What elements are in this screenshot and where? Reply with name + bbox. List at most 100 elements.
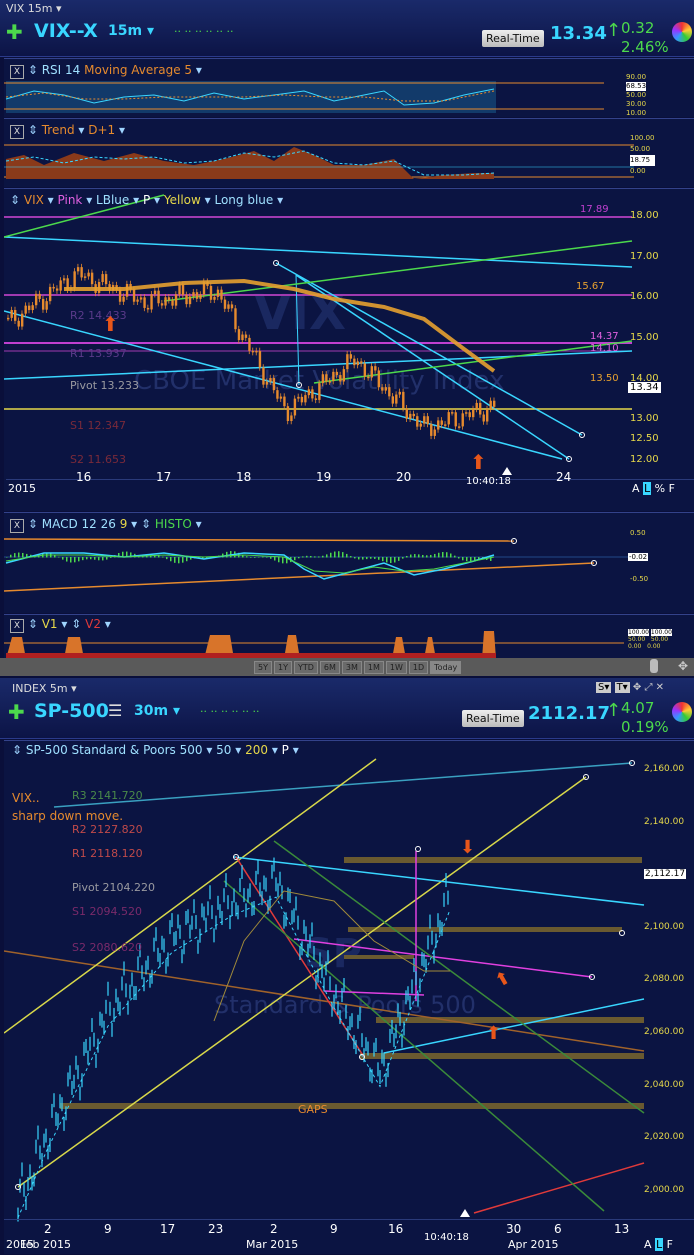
pivot-label[interactable]: P <box>143 193 150 207</box>
v1-label[interactable]: V1 <box>42 617 58 631</box>
fit-icon[interactable]: F <box>667 1238 673 1251</box>
ma50-label[interactable]: 50 <box>216 743 231 757</box>
axis-mode-icons[interactable]: A L % F <box>632 482 675 495</box>
period-button-today[interactable]: Today <box>430 661 462 674</box>
macd-bar <box>438 552 440 558</box>
macd-tick: 0.50 <box>630 529 646 537</box>
spx-symbol[interactable]: SP-500 <box>34 700 109 722</box>
x-tick: 2 <box>44 1222 52 1236</box>
macd-bar <box>370 557 372 559</box>
period-button-6m[interactable]: 6M <box>319 661 340 674</box>
spx-interval-select[interactable]: 30m ▾ <box>134 703 180 719</box>
reorder-icon[interactable]: ⇕ <box>141 517 151 531</box>
move-icon[interactable]: ✥ <box>633 682 641 693</box>
macd-bar <box>70 557 72 563</box>
time-label: 10:40:18 <box>466 476 511 487</box>
trend-label[interactable]: Trend <box>42 123 75 137</box>
template-icon[interactable]: T▾ <box>614 682 630 693</box>
log-scale-icon[interactable]: L <box>655 1238 664 1251</box>
vix-axis-tick: 12.50 <box>630 433 659 445</box>
ma200-label[interactable]: 200 <box>245 743 268 757</box>
reorder-icon[interactable]: ⇕ <box>12 743 22 757</box>
expand-arrows-icon[interactable]: ✥ <box>678 659 688 673</box>
pivot-level-label: S1 2094.520 <box>72 905 142 918</box>
long-blue-label[interactable]: Long blue <box>214 193 273 207</box>
close-icon[interactable]: ✕ <box>656 682 664 693</box>
axis-mode-icons[interactable]: A L F <box>644 1238 673 1251</box>
vix-main-panel: ⇕ VIX ▾ Pink ▾ LBlue ▾ P ▾ Yellow ▾ Long… <box>4 188 694 511</box>
settings-icon[interactable]: S▾ <box>596 682 612 693</box>
add-symbol-icon[interactable]: ✚ <box>6 20 23 44</box>
macd-bar <box>294 557 296 561</box>
reorder-icon[interactable]: ⇕ <box>28 517 38 531</box>
spx-price-badge: 2,112.17 <box>644 869 687 879</box>
rsi-label[interactable]: RSI 14 <box>42 63 81 77</box>
spx-change: 4.07 <box>621 699 655 717</box>
reorder-icon[interactable]: ⇕ <box>28 617 38 631</box>
period-button-1y[interactable]: 1Y <box>273 661 292 674</box>
window-controls[interactable]: S▾ T▾ ✥ ⤢ ✕ <box>596 682 664 693</box>
period-button-5y[interactable]: 5Y <box>254 661 272 674</box>
scroll-handle[interactable] <box>650 659 658 673</box>
list-icon[interactable]: ☰ <box>108 701 122 720</box>
trend-tick: 0.00 <box>630 167 646 175</box>
add-symbol-icon[interactable]: ✚ <box>8 700 25 724</box>
pivot-label[interactable]: P <box>282 743 289 757</box>
lblue-line-label[interactable]: LBlue <box>96 193 129 207</box>
vix-interval-select[interactable]: 15m ▾ <box>108 23 154 39</box>
up-arrow-icon: ⬆ <box>491 967 515 993</box>
vix-symbol[interactable]: VIX--X <box>34 20 98 42</box>
reorder-icon[interactable]: ⇕ <box>28 123 38 137</box>
period-button-ytd[interactable]: YTD <box>293 661 318 674</box>
auto-scale-icon[interactable]: A <box>632 482 640 495</box>
macd-bar <box>454 555 456 558</box>
macd-histo-label[interactable]: HISTO <box>155 517 192 531</box>
macd-bar <box>470 557 472 562</box>
reorder-icon[interactable]: ⇕ <box>10 193 20 207</box>
month-label: Apr 2015 <box>508 1238 559 1251</box>
vix-series-label[interactable]: VIX <box>24 193 44 207</box>
period-button-1m[interactable]: 1M <box>363 661 384 674</box>
vix-last-price: 13.34 <box>550 23 607 44</box>
macd-bar <box>86 557 88 560</box>
reorder-icon[interactable]: ⇕ <box>28 63 38 77</box>
macd-label[interactable]: MACD 12 26 <box>42 517 116 531</box>
log-scale-icon[interactable]: L <box>643 482 652 495</box>
macd-bar <box>434 553 436 558</box>
fit-icon[interactable]: F <box>669 482 675 495</box>
color-palette-icon[interactable] <box>672 702 692 722</box>
x-tick: 16 <box>76 470 92 484</box>
vix-chart-menu[interactable]: VIX 15m ▾ <box>6 2 62 15</box>
spx-series-label[interactable]: SP-500 Standard & Poors 500 <box>26 743 203 757</box>
spx-header: INDEX 5m ▾ S▾ T▾ ✥ ⤢ ✕ ✚ SP-500 ☰ 30m ▾ … <box>0 678 694 739</box>
yellow-line-label[interactable]: Yellow <box>164 193 201 207</box>
rsi-ma-label[interactable]: Moving Average 5 <box>84 63 192 77</box>
x-tick: 24 <box>556 470 572 484</box>
trend-d1-label[interactable]: D+1 <box>88 123 115 137</box>
v2-label[interactable]: V2 <box>85 617 101 631</box>
auto-scale-icon[interactable]: A <box>644 1238 652 1251</box>
vix-realtime-button[interactable]: Real-Time <box>482 30 544 47</box>
period-button-1d[interactable]: 1D <box>408 661 429 674</box>
macd-bar <box>270 557 272 559</box>
macd-bar <box>426 555 428 558</box>
reorder-icon[interactable]: ⇕ <box>71 617 81 631</box>
pink-line-label[interactable]: Pink <box>58 193 83 207</box>
macd-bar <box>66 557 68 562</box>
period-button-3m[interactable]: 3M <box>341 661 362 674</box>
close-panel-icon[interactable]: X <box>10 125 24 139</box>
spx-realtime-button[interactable]: Real-Time <box>462 710 524 727</box>
macd-signal-label[interactable]: 9 <box>120 517 128 531</box>
macd-bar <box>462 557 464 561</box>
spx-chart-menu[interactable]: INDEX 5m ▾ <box>12 682 77 695</box>
svg-text:SP: SP <box>304 931 362 977</box>
percent-scale-icon[interactable]: % <box>655 482 665 495</box>
spx-axis-tick: 2,160.00 <box>644 764 685 775</box>
spx-interval-label: 30m <box>134 703 169 719</box>
period-button-1w[interactable]: 1W <box>385 661 407 674</box>
maximize-icon[interactable]: ⤢ <box>644 682 652 693</box>
color-palette-icon[interactable] <box>672 22 692 42</box>
year-label: 2015 <box>8 482 36 495</box>
up-arrow-icon: ⬆ <box>486 1023 501 1044</box>
macd-bar <box>458 557 460 559</box>
